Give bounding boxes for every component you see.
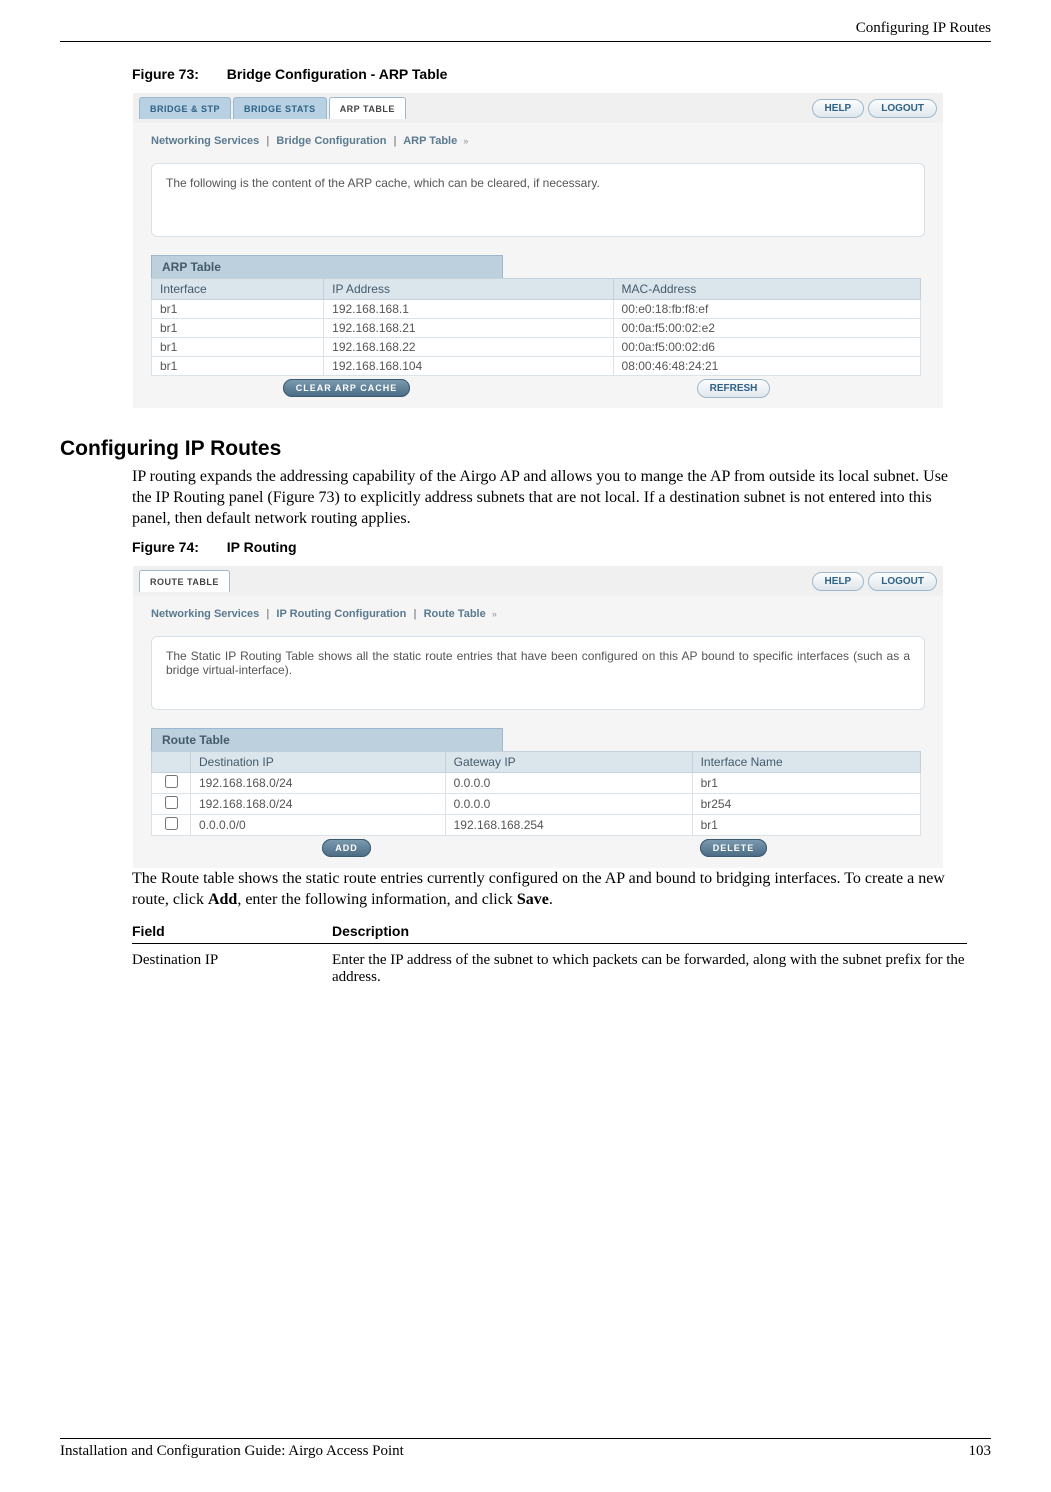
para-bold: Add <box>208 891 237 908</box>
route-breadcrumb: Networking Services | IP Routing Configu… <box>133 596 943 628</box>
para-text: . <box>549 891 553 908</box>
table-row: br1192.168.168.100:e0:18:fb:f8:ef <box>152 300 921 319</box>
para-text: , enter the following information, and c… <box>237 891 516 908</box>
section-heading: Configuring IP Routes <box>60 437 991 461</box>
add-button[interactable]: ADD <box>322 839 371 857</box>
col-interface-name: Interface Name <box>692 752 920 773</box>
logout-button[interactable]: LOGOUT <box>868 99 937 118</box>
crumb-item: IP Routing Configuration <box>276 608 406 620</box>
col-select <box>152 752 191 773</box>
field-name: Destination IP <box>132 952 332 986</box>
row-checkbox[interactable] <box>165 817 178 830</box>
chevron-right-icon: » <box>492 609 497 619</box>
crumb-item: Bridge Configuration <box>276 135 386 147</box>
figure73-caption: Figure 73: Bridge Configuration - ARP Ta… <box>132 66 991 82</box>
route-table: Destination IP Gateway IP Interface Name… <box>151 751 921 836</box>
figure73-number: Figure 73: <box>132 66 199 82</box>
figure74-title: IP Routing <box>227 539 297 555</box>
chevron-right-icon: » <box>463 136 468 146</box>
figure74-caption: Figure 74: IP Routing <box>132 539 991 555</box>
clear-arp-cache-button[interactable]: CLEAR ARP CACHE <box>283 379 411 397</box>
para-bold: Save <box>517 891 549 908</box>
tab-arp-table[interactable]: ARP TABLE <box>329 97 406 119</box>
col-mac: MAC-Address <box>613 279 920 300</box>
table-row: 0.0.0.0/0192.168.168.254br1 <box>152 815 921 836</box>
col-ip: IP Address <box>324 279 613 300</box>
arp-tabbar: BRIDGE & STP BRIDGE STATS ARP TABLE HELP… <box>133 93 943 123</box>
route-description: The Static IP Routing Table shows all th… <box>151 636 925 710</box>
figure73-title: Bridge Configuration - ARP Table <box>227 66 448 82</box>
row-checkbox[interactable] <box>165 796 178 809</box>
tab-bridge-stp[interactable]: BRIDGE & STP <box>139 97 231 119</box>
table-row: 192.168.168.0/240.0.0.0br1 <box>152 773 921 794</box>
field-desc: Enter the IP address of the subnet to wh… <box>332 952 967 986</box>
arp-table: Interface IP Address MAC-Address br1192.… <box>151 278 921 376</box>
crumb-item: Networking Services <box>151 135 259 147</box>
tab-route-table[interactable]: ROUTE TABLE <box>139 570 230 592</box>
route-tabbar: ROUTE TABLE HELP LOGOUT <box>133 566 943 596</box>
arp-table-title: ARP Table <box>151 255 503 278</box>
help-button[interactable]: HELP <box>812 572 865 591</box>
field-table-header-field: Field <box>132 923 332 939</box>
col-destination-ip: Destination IP <box>191 752 446 773</box>
help-button[interactable]: HELP <box>812 99 865 118</box>
field-description-table: Field Description Destination IP Enter t… <box>132 923 967 986</box>
table-row: br1192.168.168.10408:00:46:48:24:21 <box>152 357 921 376</box>
table-row: br1192.168.168.2100:0a:f5:00:02:e2 <box>152 319 921 338</box>
section-paragraph: IP routing expands the addressing capabi… <box>132 467 967 529</box>
arp-screenshot: BRIDGE & STP BRIDGE STATS ARP TABLE HELP… <box>132 92 944 409</box>
footer-title: Installation and Configuration Guide: Ai… <box>60 1443 404 1460</box>
route-screenshot: ROUTE TABLE HELP LOGOUT Networking Servi… <box>132 565 944 869</box>
field-table-header-desc: Description <box>332 923 967 939</box>
figure74-number: Figure 74: <box>132 539 199 555</box>
running-header: Configuring IP Routes <box>60 20 991 42</box>
crumb-item: Networking Services <box>151 608 259 620</box>
crumb-item: ARP Table <box>403 135 457 147</box>
table-row: br1192.168.168.2200:0a:f5:00:02:d6 <box>152 338 921 357</box>
route-table-title: Route Table <box>151 728 503 751</box>
col-interface: Interface <box>152 279 324 300</box>
delete-button[interactable]: DELETE <box>700 839 768 857</box>
route-paragraph: The Route table shows the static route e… <box>132 869 967 911</box>
col-gateway-ip: Gateway IP <box>445 752 692 773</box>
page-footer: Installation and Configuration Guide: Ai… <box>60 1438 991 1460</box>
refresh-button[interactable]: REFRESH <box>697 379 771 398</box>
logout-button[interactable]: LOGOUT <box>868 572 937 591</box>
arp-description: The following is the content of the ARP … <box>151 163 925 237</box>
page-number: 103 <box>969 1443 992 1460</box>
arp-breadcrumb: Networking Services | Bridge Configurati… <box>133 123 943 155</box>
table-row: 192.168.168.0/240.0.0.0br254 <box>152 794 921 815</box>
row-checkbox[interactable] <box>165 775 178 788</box>
crumb-item: Route Table <box>424 608 486 620</box>
tab-bridge-stats[interactable]: BRIDGE STATS <box>233 97 327 119</box>
field-row: Destination IP Enter the IP address of t… <box>132 944 967 986</box>
